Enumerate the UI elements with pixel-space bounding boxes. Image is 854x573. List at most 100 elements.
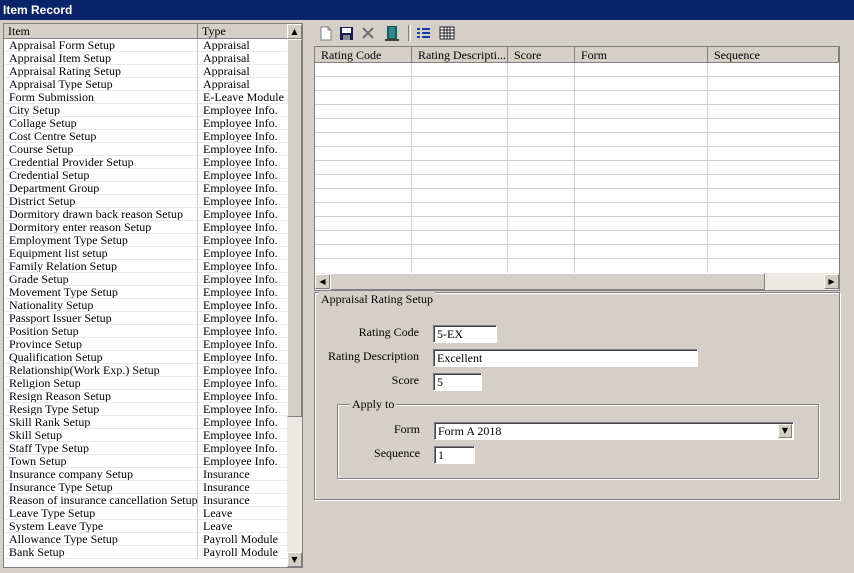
- scroll-right-button[interactable]: ▶: [824, 274, 839, 289]
- grid-col-sequence[interactable]: Sequence: [708, 47, 839, 63]
- list-item[interactable]: Appraisal Type Setup Appraisal: [4, 78, 288, 91]
- grid-header: Rating Code Rating Descripti... Score Fo…: [315, 47, 839, 63]
- list-item-type: Employee Info.: [198, 429, 288, 442]
- list-item[interactable]: Appraisal Form Setup Appraisal: [4, 39, 288, 52]
- list-item[interactable]: Allowance Type Setup Payroll Module: [4, 533, 288, 546]
- chevron-down-icon[interactable]: ▼: [778, 424, 792, 438]
- list-item-type: Employee Info.: [198, 247, 288, 260]
- list-item[interactable]: City Setup Employee Info.: [4, 104, 288, 117]
- list-item[interactable]: Religion Setup Employee Info.: [4, 377, 288, 390]
- list-item-name: Appraisal Type Setup: [4, 78, 198, 91]
- scroll-left-button[interactable]: ◀: [315, 274, 330, 289]
- list-item-type: Employee Info.: [198, 286, 288, 299]
- score-input[interactable]: 5: [433, 373, 482, 391]
- list-item[interactable]: Relationship(Work Exp.) Setup Employee In…: [4, 364, 288, 377]
- list-item-type: Appraisal: [198, 52, 288, 65]
- list-item[interactable]: Credential Provider Setup Employee Info.: [4, 156, 288, 169]
- list-item-type: Leave: [198, 520, 288, 533]
- list-item-type: Employee Info.: [198, 455, 288, 468]
- list-header: Item Type: [4, 24, 288, 39]
- form-select[interactable]: Form A 2018 ▼: [434, 422, 794, 440]
- grid-col-rating-description[interactable]: Rating Descripti...: [412, 47, 508, 63]
- splitter[interactable]: [305, 20, 310, 573]
- list-item-name: Insurance Type Setup: [4, 481, 198, 494]
- list-item-type: Employee Info.: [198, 169, 288, 182]
- list-item[interactable]: Bank Setup Payroll Module: [4, 546, 288, 559]
- list-item[interactable]: Appraisal Rating Setup Appraisal: [4, 65, 288, 78]
- sequence-label: Sequence: [374, 446, 420, 460]
- list-item[interactable]: System Leave Type Leave: [4, 520, 288, 533]
- list-item-type: Insurance: [198, 481, 288, 494]
- list-item[interactable]: Province Setup Employee Info.: [4, 338, 288, 351]
- list-item[interactable]: Dormitory drawn back reason Setup Employe…: [4, 208, 288, 221]
- grid-view-icon[interactable]: [439, 25, 455, 41]
- scroll-up-button[interactable]: ▲: [287, 24, 302, 39]
- grid-col-score[interactable]: Score: [508, 47, 575, 63]
- scroll-down-button[interactable]: ▼: [287, 552, 302, 567]
- horizontal-scroll-thumb[interactable]: [330, 273, 765, 290]
- rating-description-input[interactable]: Excellent: [433, 349, 698, 367]
- list-item[interactable]: Skill Setup Employee Info.: [4, 429, 288, 442]
- list-item-name: Equipment list setup: [4, 247, 198, 260]
- list-item-name: Passport Issuer Setup: [4, 312, 198, 325]
- grid-horizontal-scrollbar[interactable]: ◀ ▶: [315, 273, 839, 290]
- list-item[interactable]: Equipment list setup Employee Info.: [4, 247, 288, 260]
- list-item[interactable]: Insurance Type Setup Insurance: [4, 481, 288, 494]
- list-item[interactable]: Movement Type Setup Employee Info.: [4, 286, 288, 299]
- sequence-input[interactable]: 1: [434, 446, 475, 464]
- grid-col-form[interactable]: Form: [575, 47, 708, 63]
- list-item-type: Appraisal: [198, 39, 288, 52]
- list-item-type: Employee Info.: [198, 156, 288, 169]
- list-item[interactable]: Employment Type Setup Employee Info.: [4, 234, 288, 247]
- list-item[interactable]: Position Setup Employee Info.: [4, 325, 288, 338]
- column-header-item[interactable]: Item: [4, 24, 198, 39]
- item-list[interactable]: Item Type Appraisal Form Setup Appraisal A…: [3, 23, 303, 568]
- exit-door-icon[interactable]: [384, 25, 400, 41]
- rating-grid[interactable]: Rating Code Rating Descripti... Score Fo…: [314, 46, 840, 291]
- column-header-type[interactable]: Type: [198, 24, 288, 39]
- list-item[interactable]: Course Setup Employee Info.: [4, 143, 288, 156]
- list-item[interactable]: Qualification Setup Employee Info.: [4, 351, 288, 364]
- list-item-type: E-Leave Module: [198, 91, 288, 104]
- list-item-type: Employee Info.: [198, 260, 288, 273]
- new-icon[interactable]: [318, 25, 334, 41]
- list-item[interactable]: Resign Reason Setup Employee Info.: [4, 390, 288, 403]
- list-item[interactable]: Skill Rank Setup Employee Info.: [4, 416, 288, 429]
- list-item-type: Employee Info.: [198, 299, 288, 312]
- list-item[interactable]: Passport Issuer Setup Employee Info.: [4, 312, 288, 325]
- grid-col-rating-code[interactable]: Rating Code: [315, 47, 412, 63]
- list-item-type: Employee Info.: [198, 390, 288, 403]
- list-item[interactable]: Staff Type Setup Employee Info.: [4, 442, 288, 455]
- appraisal-rating-panel: Appraisal Rating Setup Rating Code 5-EX …: [314, 292, 840, 500]
- list-item[interactable]: Leave Type Setup Leave: [4, 507, 288, 520]
- list-item[interactable]: Credential Setup Employee Info.: [4, 169, 288, 182]
- list-vertical-scrollbar[interactable]: ▲ ▼: [287, 24, 302, 567]
- list-view-icon[interactable]: [415, 25, 431, 41]
- list-item[interactable]: Grade Setup Employee Info.: [4, 273, 288, 286]
- list-item[interactable]: Appraisal Item Setup Appraisal: [4, 52, 288, 65]
- list-item[interactable]: Cost Centre Setup Employee Info.: [4, 130, 288, 143]
- list-item-type: Employee Info.: [198, 208, 288, 221]
- list-item-type: Employee Info.: [198, 273, 288, 286]
- list-item-name: Allowance Type Setup: [4, 533, 198, 546]
- list-item-type: Employee Info.: [198, 416, 288, 429]
- save-icon[interactable]: [338, 25, 354, 41]
- list-item[interactable]: Town Setup Employee Info.: [4, 455, 288, 468]
- list-item[interactable]: Family Relation Setup Employee Info.: [4, 260, 288, 273]
- delete-icon[interactable]: [360, 25, 376, 41]
- list-item[interactable]: Reason of insurance cancellation Setup In…: [4, 494, 288, 507]
- rating-code-input[interactable]: 5-EX: [433, 325, 497, 343]
- list-item-name: Appraisal Rating Setup: [4, 65, 198, 78]
- list-item[interactable]: Insurance company Setup Insurance: [4, 468, 288, 481]
- scroll-thumb[interactable]: [287, 39, 302, 417]
- list-item-name: Position Setup: [4, 325, 198, 338]
- list-item[interactable]: Dormitory enter reason Setup Employee Inf…: [4, 221, 288, 234]
- list-item[interactable]: Collage Setup Employee Info.: [4, 117, 288, 130]
- list-item[interactable]: District Setup Employee Info.: [4, 195, 288, 208]
- list-item-name: Resign Reason Setup: [4, 390, 198, 403]
- list-item[interactable]: Department Group Employee Info.: [4, 182, 288, 195]
- list-item-name: Insurance company Setup: [4, 468, 198, 481]
- list-item[interactable]: Form Submission E-Leave Module: [4, 91, 288, 104]
- list-item[interactable]: Nationality Setup Employee Info.: [4, 299, 288, 312]
- list-item[interactable]: Resign Type Setup Employee Info.: [4, 403, 288, 416]
